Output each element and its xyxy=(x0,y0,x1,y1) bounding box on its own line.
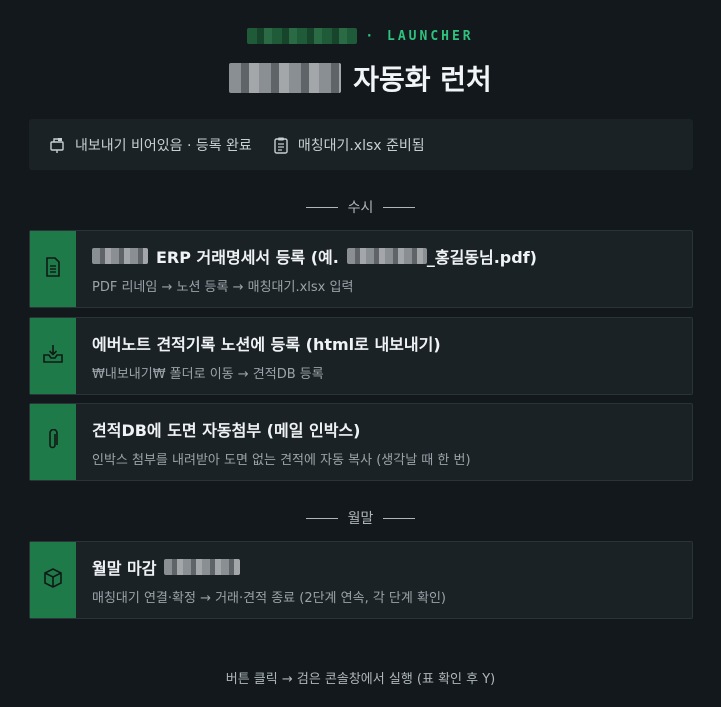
package-icon xyxy=(42,567,64,593)
card-title: 견적DB에 도면 자동첨부 (메일 인박스) xyxy=(92,421,361,440)
card-title-tail: _홍길동님.pdf) xyxy=(426,248,537,267)
footer-hint: 버튼 클릭 → 검은 콘솔창에서 실행 (표 확인 후 Y) xyxy=(225,672,496,687)
card-icon-stripe xyxy=(30,542,76,618)
card-title: ERP 거래명세서 등록 (예. _홍길동님.pdf) xyxy=(92,245,537,267)
card-subtitle: ₩내보내기₩ 폴더로 이동 → 견적DB 등록 xyxy=(92,367,324,382)
month-end-close-button[interactable]: 월말 마감 매칭대기 연결·확정 → 거래·견적 종료 (2단계 연속, 각 단… xyxy=(29,541,693,619)
matching-status-text: 매칭대기.xlsx 준비됨 xyxy=(297,137,425,154)
divider-line xyxy=(383,206,416,208)
status-bar: 내보내기 비어있음 · 등록 완료 매칭대기.xlsx 준비됨 xyxy=(29,119,693,170)
export-status-text: 내보내기 비어있음 · 등록 완료 xyxy=(75,137,252,154)
section-divider-monthly: 월말 xyxy=(0,508,721,528)
matching-status: 매칭대기.xlsx 준비됨 xyxy=(272,135,425,155)
download-tray-icon xyxy=(42,344,64,368)
evernote-import-button[interactable]: 에버노트 견적기록 노션에 등록 (html로 내보내기) ₩내보내기₩ 폴더로… xyxy=(29,317,693,395)
card-title-text: ERP 거래명세서 등록 (예. xyxy=(156,248,339,267)
page-title-text: 자동화 런처 xyxy=(353,63,492,96)
section-divider-adhoc: 수시 xyxy=(0,197,721,217)
divider-line xyxy=(305,517,338,519)
document-icon xyxy=(44,257,62,281)
card-icon-stripe xyxy=(30,318,76,394)
redacted-text xyxy=(164,559,241,575)
redacted-brand xyxy=(247,28,358,44)
card-title-text: 월말 마감 xyxy=(92,559,157,578)
section-label: 수시 xyxy=(347,200,374,216)
card-title: 월말 마감 xyxy=(92,556,446,578)
redacted-text xyxy=(346,248,427,264)
page-title: 자동화 런처 xyxy=(0,58,721,98)
divider-line xyxy=(305,206,338,208)
erp-invoice-button[interactable]: ERP 거래명세서 등록 (예. _홍길동님.pdf) PDF 리네임 → 노션… xyxy=(29,230,693,308)
redacted-company xyxy=(229,63,342,93)
divider-line xyxy=(383,517,416,519)
card-title: 에버노트 견적기록 노션에 등록 (html로 내보내기) xyxy=(92,335,441,354)
card-subtitle: 인박스 첨부를 내려받아 도면 없는 견적에 자동 복사 (생각날 때 한 번) xyxy=(92,453,471,468)
launcher-eyebrow: · LAUNCHER xyxy=(0,26,721,46)
header: · LAUNCHER 자동화 런처 xyxy=(0,26,721,98)
clipboard-icon xyxy=(272,136,290,154)
card-subtitle: 매칭대기 연결·확정 → 거래·견적 종료 (2단계 연속, 각 단계 확인) xyxy=(92,591,446,606)
mailbox-icon xyxy=(49,136,67,154)
card-icon-stripe xyxy=(30,404,76,480)
export-status: 내보내기 비어있음 · 등록 완료 xyxy=(49,135,252,155)
card-subtitle: PDF 리네임 → 노션 등록 → 매칭대기.xlsx 입력 xyxy=(92,280,354,295)
paperclip-icon xyxy=(46,428,60,455)
drawing-attach-button[interactable]: 견적DB에 도면 자동첨부 (메일 인박스) 인박스 첨부를 내려받아 도면 없… xyxy=(29,403,693,481)
redacted-text xyxy=(92,248,148,264)
card-icon-stripe xyxy=(30,231,76,307)
launcher-label: · LAUNCHER xyxy=(365,28,474,44)
section-label: 월말 xyxy=(347,511,374,527)
